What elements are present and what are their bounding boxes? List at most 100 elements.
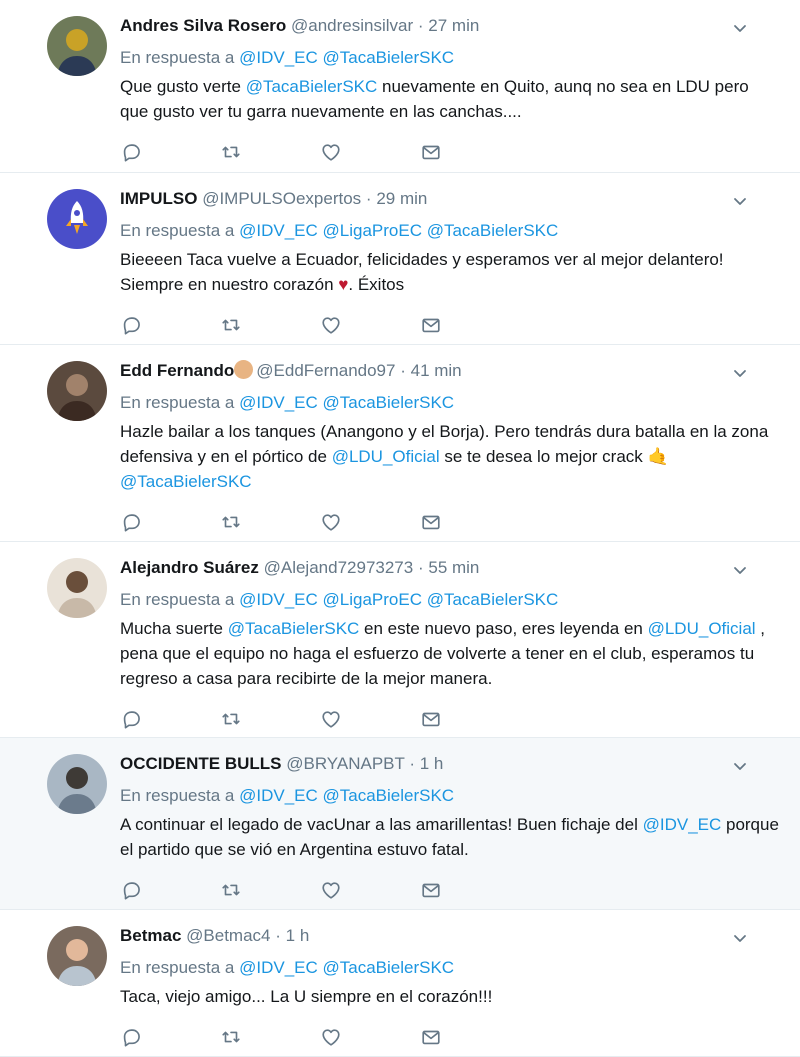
tweet[interactable]: Alejandro Suárez @Alejand72973273 · 55 m… bbox=[0, 542, 800, 738]
mention-link[interactable]: @LigaProEC bbox=[323, 221, 422, 240]
direct-message-icon[interactable] bbox=[420, 1026, 520, 1050]
user-name[interactable]: Alejandro Suárez bbox=[120, 558, 259, 577]
tweet[interactable]: Andres Silva Rosero @andresinsilvar · 27… bbox=[0, 0, 800, 173]
separator-dot: · bbox=[417, 16, 424, 35]
mention-link[interactable]: @TacaBielerSKC bbox=[323, 958, 455, 977]
tweet-text: A continuar el legado de vacUnar a las a… bbox=[120, 815, 779, 859]
mention-link[interactable]: @IDV_EC bbox=[239, 958, 318, 977]
tweet-text: Que gusto verte @TacaBielerSKC nuevament… bbox=[120, 77, 749, 121]
heart-emoji-icon: ♥ bbox=[338, 275, 349, 294]
direct-message-icon[interactable] bbox=[420, 314, 520, 338]
reply-icon[interactable] bbox=[120, 879, 220, 903]
mention-link[interactable]: @IDV_EC bbox=[239, 393, 318, 412]
chevron-down-icon[interactable] bbox=[732, 562, 748, 578]
like-icon[interactable] bbox=[320, 1026, 420, 1050]
tweet[interactable]: OCCIDENTE BULLS @BRYANAPBT · 1 h En respu… bbox=[0, 738, 800, 910]
mention-link[interactable]: @TacaBielerSKC bbox=[427, 221, 559, 240]
user-handle[interactable]: @andresinsilvar bbox=[291, 16, 413, 35]
user-name[interactable]: Betmac bbox=[120, 926, 181, 945]
tweet[interactable]: IMPULSO @IMPULSOexpertos · 29 min En resp… bbox=[0, 173, 800, 345]
tweet-header: IMPULSO @IMPULSOexpertos · 29 min bbox=[120, 173, 780, 211]
retweet-icon[interactable] bbox=[220, 511, 320, 535]
mention-link[interactable]: @LigaProEC bbox=[323, 590, 422, 609]
tweet-text: Taca, viejo amigo... La U siempre en el … bbox=[120, 987, 493, 1006]
user-handle[interactable]: @IMPULSOexpertos bbox=[202, 189, 361, 208]
user-name[interactable]: Edd Fernando bbox=[120, 361, 234, 380]
direct-message-icon[interactable] bbox=[420, 141, 520, 165]
user-handle[interactable]: @EddFernando97 bbox=[256, 361, 395, 380]
mention-link[interactable]: @LDU_Oficial bbox=[332, 447, 440, 466]
chevron-down-icon[interactable] bbox=[732, 193, 748, 209]
user-handle[interactable]: @BRYANAPBT bbox=[286, 754, 404, 773]
tweet-actions bbox=[120, 311, 780, 341]
chevron-down-icon[interactable] bbox=[732, 20, 748, 36]
mention-link[interactable]: @TacaBielerSKC bbox=[228, 619, 360, 638]
avatar[interactable] bbox=[47, 754, 107, 814]
separator-dot: · bbox=[400, 361, 406, 380]
reply-prefix: En respuesta a bbox=[120, 786, 235, 805]
mention-link[interactable]: @TacaBielerSKC bbox=[427, 590, 559, 609]
reply-prefix: En respuesta a bbox=[120, 590, 235, 609]
avatar[interactable] bbox=[47, 926, 107, 986]
mention-link[interactable]: @IDV_EC bbox=[239, 590, 318, 609]
tweet-timestamp[interactable]: 55 min bbox=[428, 558, 479, 577]
mention-link[interactable]: @IDV_EC bbox=[239, 48, 318, 67]
tweet-timestamp[interactable]: 41 min bbox=[411, 361, 462, 380]
tweet[interactable]: Edd Fernando @EddFernando97 · 41 min En re… bbox=[0, 345, 800, 542]
user-handle[interactable]: @Betmac4 bbox=[186, 926, 270, 945]
user-name[interactable]: Andres Silva Rosero bbox=[120, 16, 286, 35]
reply-prefix: En respuesta a bbox=[120, 393, 235, 412]
retweet-icon[interactable] bbox=[220, 314, 320, 338]
direct-message-icon[interactable] bbox=[420, 879, 520, 903]
reply-icon[interactable] bbox=[120, 708, 220, 732]
reply-icon[interactable] bbox=[120, 511, 220, 535]
avatar[interactable] bbox=[47, 189, 107, 249]
separator-dot: · bbox=[365, 189, 372, 208]
fist-emoji-icon bbox=[234, 360, 254, 379]
mention-link[interactable]: @IDV_EC bbox=[239, 786, 318, 805]
mention-link[interactable]: @TacaBielerSKC bbox=[323, 786, 455, 805]
mention-link[interactable]: @TacaBielerSKC bbox=[246, 77, 378, 96]
mention-link[interactable]: @TacaBielerSKC bbox=[120, 472, 252, 491]
retweet-icon[interactable] bbox=[220, 141, 320, 165]
like-icon[interactable] bbox=[320, 879, 420, 903]
avatar[interactable] bbox=[47, 16, 107, 76]
user-name[interactable]: IMPULSO bbox=[120, 189, 197, 208]
chevron-down-icon[interactable] bbox=[732, 365, 748, 381]
tweet-timestamp[interactable]: 29 min bbox=[376, 189, 427, 208]
reply-icon[interactable] bbox=[120, 141, 220, 165]
mention-link[interactable]: @TacaBielerSKC bbox=[323, 48, 455, 67]
tweet-timestamp[interactable]: 1 h bbox=[420, 754, 444, 773]
user-handle[interactable]: @Alejand72973273 bbox=[264, 558, 414, 577]
like-icon[interactable] bbox=[320, 708, 420, 732]
retweet-icon[interactable] bbox=[220, 708, 320, 732]
mention-link[interactable]: @IDV_EC bbox=[643, 815, 722, 834]
direct-message-icon[interactable] bbox=[420, 511, 520, 535]
chevron-down-icon[interactable] bbox=[732, 758, 748, 774]
chevron-down-icon[interactable] bbox=[732, 930, 748, 946]
retweet-icon[interactable] bbox=[220, 1026, 320, 1050]
reply-context: En respuesta a @IDV_EC @TacaBielerSKC bbox=[120, 956, 780, 980]
direct-message-icon[interactable] bbox=[420, 708, 520, 732]
tweet-timestamp[interactable]: 1 h bbox=[286, 926, 310, 945]
user-name[interactable]: OCCIDENTE BULLS bbox=[120, 754, 282, 773]
mention-link[interactable]: @LDU_Oficial bbox=[648, 619, 756, 638]
tweet-header: Edd Fernando @EddFernando97 · 41 min bbox=[120, 345, 780, 383]
retweet-icon[interactable] bbox=[220, 879, 320, 903]
like-icon[interactable] bbox=[320, 511, 420, 535]
tweet-header: Betmac @Betmac4 · 1 h bbox=[120, 910, 780, 948]
tweet-actions bbox=[120, 508, 780, 538]
mention-link[interactable]: @IDV_EC bbox=[239, 221, 318, 240]
avatar[interactable] bbox=[47, 558, 107, 618]
reply-icon[interactable] bbox=[120, 314, 220, 338]
avatar[interactable] bbox=[47, 361, 107, 421]
like-icon[interactable] bbox=[320, 314, 420, 338]
mention-link[interactable]: @TacaBielerSKC bbox=[323, 393, 455, 412]
like-icon[interactable] bbox=[320, 141, 420, 165]
reply-icon[interactable] bbox=[120, 1026, 220, 1050]
tweet[interactable]: Betmac @Betmac4 · 1 h En respuesta a @IDV… bbox=[0, 910, 800, 1057]
reply-context: En respuesta a @IDV_EC @LigaProEC @TacaB… bbox=[120, 219, 780, 243]
tweet-timestamp[interactable]: 27 min bbox=[428, 16, 479, 35]
separator-dot: · bbox=[275, 926, 281, 945]
reply-context: En respuesta a @IDV_EC @LigaProEC @TacaB… bbox=[120, 588, 780, 612]
